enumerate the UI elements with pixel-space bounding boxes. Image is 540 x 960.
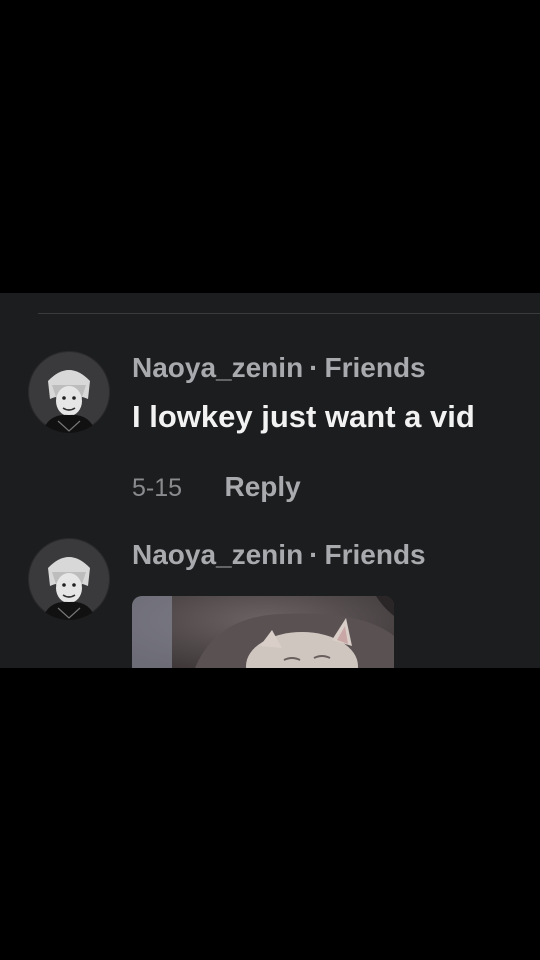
avatar[interactable] [28, 538, 110, 620]
comments-panel: Naoya_zenin · Friends I lowkey just want a… [0, 293, 540, 668]
relation-label: Friends [324, 352, 426, 383]
avatar-icon [28, 351, 110, 433]
reply-button[interactable]: Reply [225, 471, 301, 502]
comment-header: Naoya_zenin · Friends [132, 351, 426, 385]
comment-date: 5-15 [132, 474, 183, 502]
comment-meta: 5-15 Reply [132, 469, 301, 505]
username[interactable]: Naoya_zenin [132, 539, 303, 570]
avatar-icon [28, 538, 110, 620]
cat-photo-image [132, 596, 394, 668]
divider [38, 313, 540, 314]
comment-item: Naoya_zenin · Friends I lowkey just want a… [0, 351, 540, 521]
avatar[interactable] [28, 351, 110, 433]
comment-header: Naoya_zenin · Friends [132, 538, 426, 572]
username[interactable]: Naoya_zenin [132, 352, 303, 383]
cat-photo[interactable] [132, 596, 394, 668]
comment-item: Naoya_zenin · Friends [0, 538, 540, 668]
comment-text: I lowkey just want a vid [132, 399, 475, 434]
relation-label: Friends [324, 539, 426, 570]
separator: · [309, 539, 319, 570]
separator: · [309, 352, 319, 383]
